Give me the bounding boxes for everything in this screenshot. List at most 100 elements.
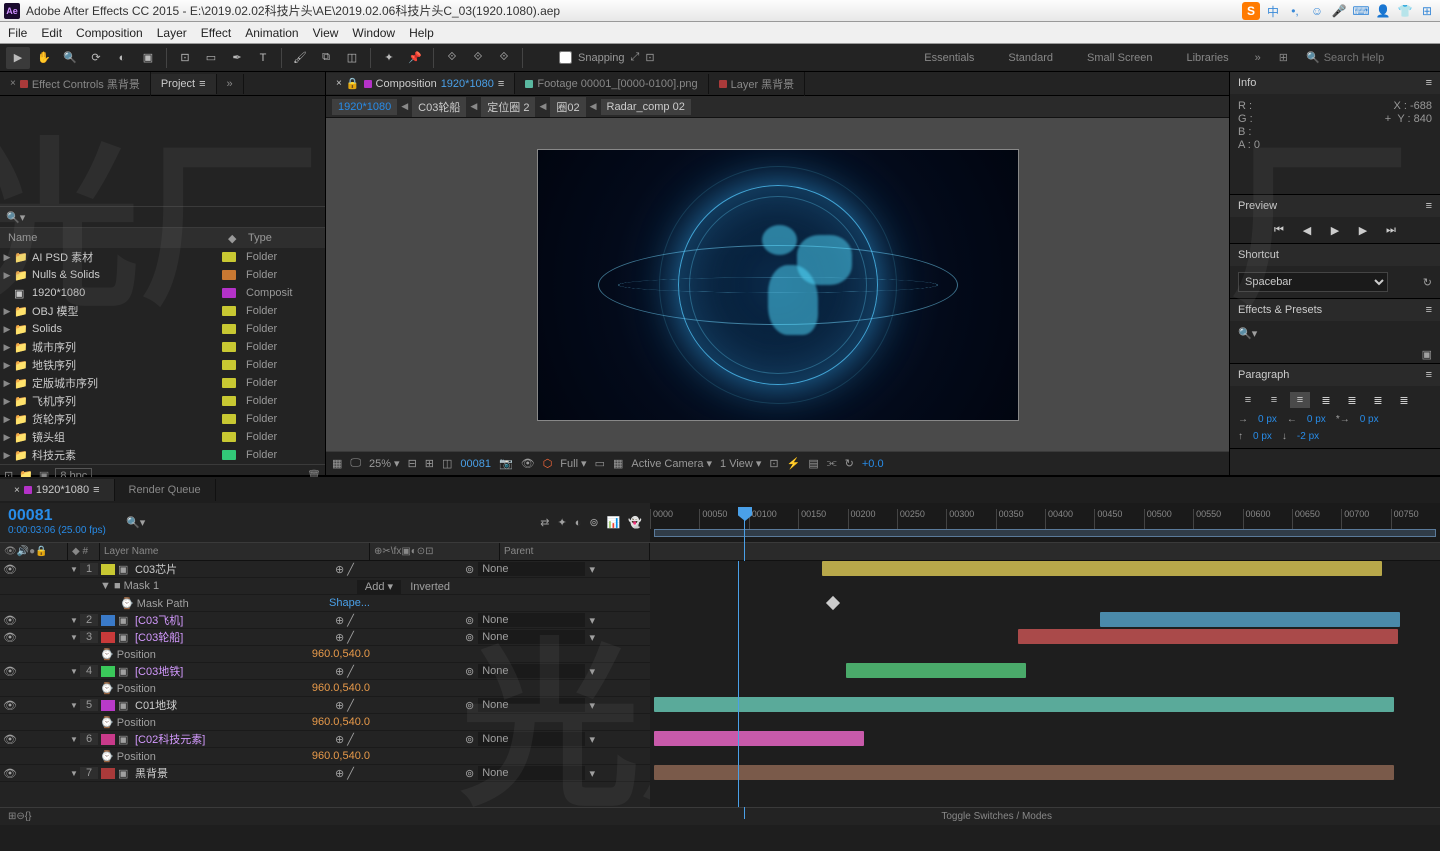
timeline-ruler[interactable]: 0000000500010000150002000025000300003500… xyxy=(650,503,1440,542)
new-bin-icon[interactable]: ▣ xyxy=(1422,349,1432,361)
tab-footage[interactable]: Footage 00001_[0000-0100].png xyxy=(515,74,708,94)
views-dropdown[interactable]: 1 View ▾ xyxy=(720,457,761,470)
layer-row[interactable]: 👁▼4▣[C03地铁]⊕ ╱⊚ None ▾ xyxy=(0,663,650,680)
panel-menu-icon[interactable]: ≡ xyxy=(1426,304,1432,316)
current-frame[interactable]: 00081 xyxy=(460,458,491,470)
breadcrumb-item[interactable]: 1920*1080 xyxy=(332,99,397,115)
layer-bar[interactable] xyxy=(654,765,1394,780)
layer-bar[interactable] xyxy=(822,561,1382,576)
layer-row[interactable]: 👁▼7▣黑背景⊕ ╱⊚ None ▾ xyxy=(0,765,650,782)
align-right-icon[interactable]: ≡ xyxy=(1290,392,1310,408)
clone-tool[interactable]: ⧉ xyxy=(314,47,338,69)
timeline-search[interactable]: 🔍▾ xyxy=(126,516,145,529)
tab-effect-controls[interactable]: × Effect Controls 黑背景 xyxy=(0,72,151,96)
timeline-bars[interactable] xyxy=(650,561,1440,807)
justify-center-icon[interactable]: ≣ xyxy=(1342,392,1362,408)
layer-bar[interactable] xyxy=(846,663,1026,678)
transparency-icon[interactable]: ▦ xyxy=(613,457,623,470)
justify-left-icon[interactable]: ≣ xyxy=(1316,392,1336,408)
breadcrumb-item[interactable]: Radar_comp 02 xyxy=(601,99,691,115)
comp-mini-icon[interactable]: ⇄ xyxy=(540,516,549,529)
breadcrumb-item[interactable]: 定位圈 2 xyxy=(481,97,535,117)
layer-row[interactable]: 👁▼1▣C03芯片⊕ ╱⊚ None ▾ xyxy=(0,561,650,578)
res-dropdown[interactable]: Full ▾ xyxy=(560,457,586,470)
rotate-tool[interactable]: ◐ xyxy=(110,47,134,69)
puppet-tool[interactable]: 📌 xyxy=(403,47,427,69)
first-frame-button[interactable]: ⏮ xyxy=(1269,221,1289,239)
snapping-toggle[interactable]: Snapping ⤢ ⊡ xyxy=(559,51,655,64)
ime-tool-icon[interactable]: ⊞ xyxy=(1418,2,1436,20)
timeline-frame[interactable]: 00081 xyxy=(8,507,53,524)
hand-tool[interactable]: ✋ xyxy=(32,47,56,69)
selection-tool[interactable]: ▶ xyxy=(6,47,30,69)
project-list[interactable]: ▶📁AI PSD 素材Folder▶📁Nulls & SolidsFolder▣… xyxy=(0,248,325,464)
rect-tool[interactable]: ▭ xyxy=(199,47,223,69)
panel-menu-icon[interactable]: ≡ xyxy=(1426,77,1432,89)
menu-file[interactable]: File xyxy=(8,26,27,40)
grid-icon[interactable]: ⊞ xyxy=(425,457,434,470)
layer-row[interactable]: 👁▼3▣[C03轮船]⊕ ╱⊚ None ▾ xyxy=(0,629,650,646)
axis-view-icon[interactable]: ⟐ xyxy=(492,47,516,69)
res-down-icon[interactable]: ⊟ xyxy=(408,457,417,470)
fast-icon[interactable]: ⚡ xyxy=(787,457,801,470)
ime-skin-icon[interactable]: 👕 xyxy=(1396,2,1414,20)
play-button[interactable]: ▶ xyxy=(1325,221,1345,239)
ime-kbd-icon[interactable]: ⌨ xyxy=(1352,2,1370,20)
project-item[interactable]: ▣1920*1080Composit xyxy=(0,284,325,302)
snap-opt-icon[interactable]: ⤢ xyxy=(631,51,640,64)
align-left-icon[interactable]: ≡ xyxy=(1238,392,1258,408)
orbit-tool[interactable]: ⟳ xyxy=(84,47,108,69)
expand-icon[interactable]: ⊞ xyxy=(8,811,16,822)
roi-icon[interactable]: ▭ xyxy=(595,457,605,470)
shortcut-select[interactable]: Spacebar xyxy=(1238,272,1388,292)
col-label-icon[interactable]: ◆ xyxy=(228,232,248,245)
menu-effect[interactable]: Effect xyxy=(201,26,231,40)
channel-icon[interactable]: ⬡ xyxy=(543,457,553,470)
menu-edit[interactable]: Edit xyxy=(41,26,62,40)
menu-help[interactable]: Help xyxy=(409,26,434,40)
axis-world-icon[interactable]: ⟐ xyxy=(466,47,490,69)
next-frame-button[interactable]: ▶ xyxy=(1353,221,1373,239)
mask-icon[interactable]: ◫ xyxy=(442,457,452,470)
layer-row[interactable]: ⌚ Position960.0,540.0 xyxy=(0,748,650,765)
justify-right-icon[interactable]: ≣ xyxy=(1368,392,1388,408)
sogou-icon[interactable]: S xyxy=(1242,2,1260,20)
zoom-tool[interactable]: 🔍 xyxy=(58,47,82,69)
timeline-tab-comp[interactable]: × 1920*1080 ≡ xyxy=(0,479,115,501)
col-type[interactable]: Type xyxy=(248,232,325,244)
project-item[interactable]: ▶📁地铁序列Folder xyxy=(0,356,325,374)
axis-local-icon[interactable]: ⟐ xyxy=(440,47,464,69)
tab-project[interactable]: Project ≡ xyxy=(151,74,217,94)
layer-row[interactable]: ⌚ Position960.0,540.0 xyxy=(0,646,650,663)
layer-bar[interactable] xyxy=(654,697,1394,712)
zoom-icon[interactable]: ⊖ xyxy=(16,811,24,822)
alpha-icon[interactable]: ▦ xyxy=(332,457,342,470)
menu-composition[interactable]: Composition xyxy=(76,26,143,40)
ime-lang[interactable]: 中 xyxy=(1264,2,1282,20)
layer-row[interactable]: ⌚ Position960.0,540.0 xyxy=(0,680,650,697)
graph-icon[interactable]: 📊 xyxy=(607,516,621,529)
effects-search[interactable]: 🔍▾ xyxy=(1238,328,1257,340)
project-item[interactable]: ▶📁货轮序列Folder xyxy=(0,410,325,428)
layer-row[interactable]: 👁▼6▣[C02科技元素]⊕ ╱⊚ None ▾ xyxy=(0,731,650,748)
snap-opt2-icon[interactable]: ⊡ xyxy=(645,51,654,64)
preview-icon[interactable]: 🖵 xyxy=(350,457,361,470)
keyframe-icon[interactable] xyxy=(826,596,840,610)
last-frame-button[interactable]: ⏭ xyxy=(1381,221,1401,239)
comp-viewer[interactable] xyxy=(326,118,1229,451)
project-item[interactable]: ▶📁镜头组Folder xyxy=(0,428,325,446)
draft3d-icon[interactable]: ✦ xyxy=(558,516,567,529)
snapping-checkbox[interactable] xyxy=(559,51,572,64)
tab-layer[interactable]: Layer 黑背景 xyxy=(709,72,806,96)
project-item[interactable]: ▶📁OBJ 模型Folder xyxy=(0,302,325,320)
motion-blur-icon[interactable]: ⊚ xyxy=(589,516,598,529)
breadcrumb-item[interactable]: C03轮船 xyxy=(412,97,466,117)
loop-icon[interactable]: ↻ xyxy=(1423,276,1432,289)
project-item[interactable]: ▶📁SolidsFolder xyxy=(0,320,325,338)
indent-right[interactable]: 0 px xyxy=(1307,414,1326,425)
workspace-libraries[interactable]: Libraries xyxy=(1178,48,1236,68)
project-item[interactable]: ▶📁科技元素Folder xyxy=(0,446,325,464)
lock-icon[interactable]: 🔒 xyxy=(346,77,360,90)
menu-layer[interactable]: Layer xyxy=(157,26,187,40)
panel-menu-icon[interactable]: ≡ xyxy=(1426,369,1432,381)
